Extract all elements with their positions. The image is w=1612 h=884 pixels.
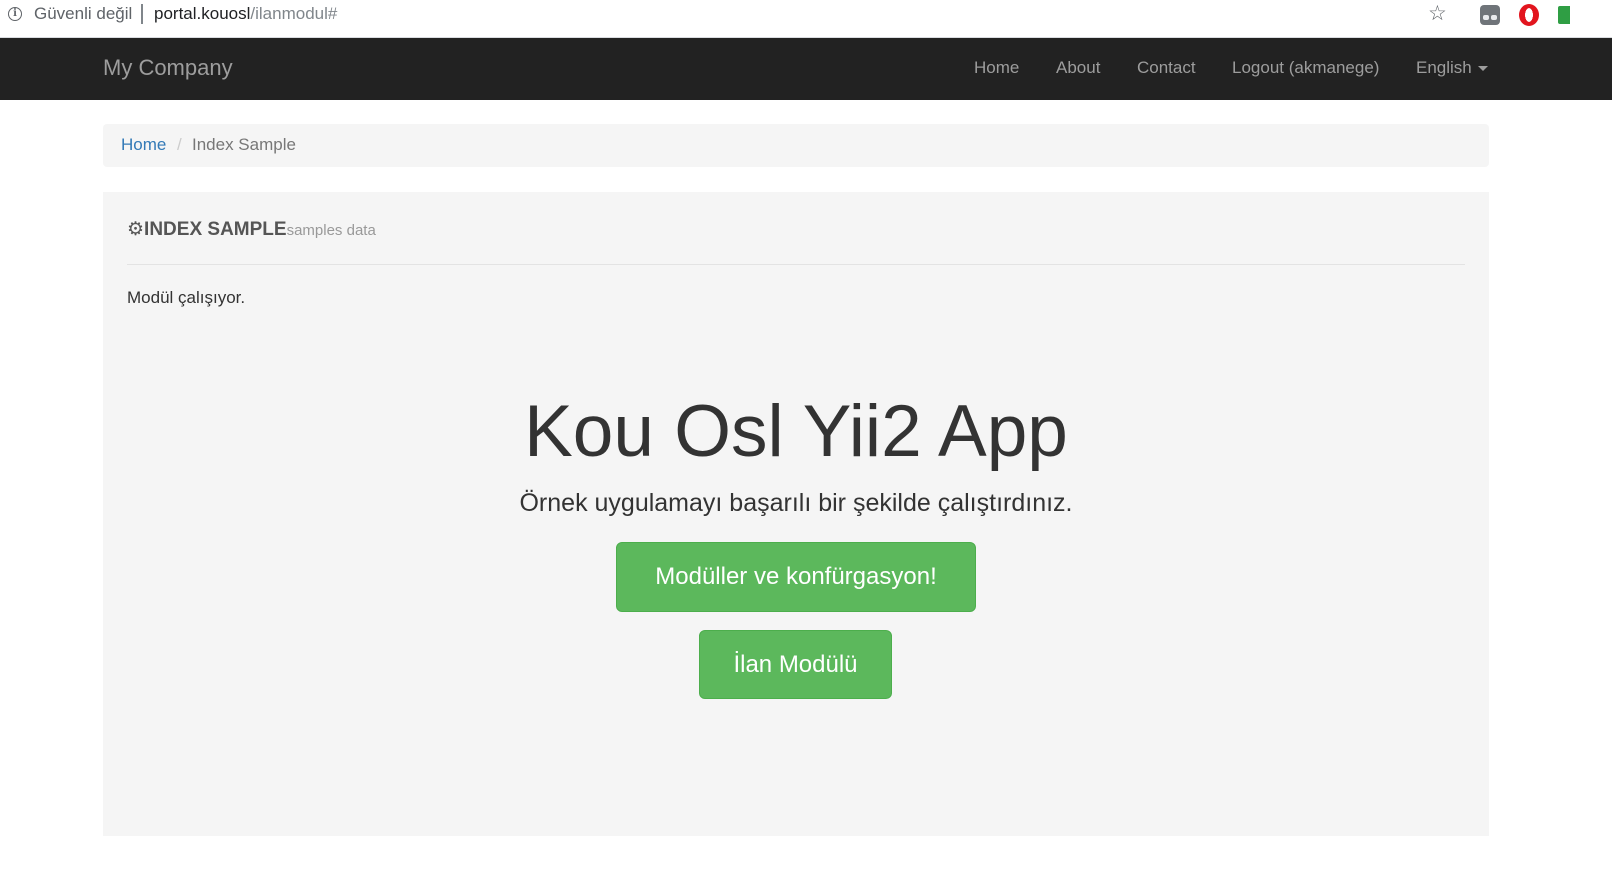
incognito-icon[interactable] [1480,5,1500,25]
jumbotron-title: Kou Osl Yii2 App [524,391,1068,472]
modules-config-button[interactable]: Modüller ve konfürgasyon! [616,542,976,612]
gear-icon: ⚙ [127,219,145,240]
panel-title: ⚙INDEX SAMPLEsamples data [127,218,376,241]
panel-title-text: INDEX SAMPLE [144,219,287,240]
module-status-text: Modül çalışıyor. [127,288,246,307]
nav-home[interactable]: Home [974,58,1019,78]
breadcrumb-separator: / [177,135,182,154]
green-extension-icon[interactable] [1558,6,1570,24]
breadcrumb: Home / Index Sample [103,124,1489,167]
url-path: /ilanmodul# [250,4,338,23]
address-divider [141,4,143,24]
jumbotron-lead: Örnek uygulamayı başarılı bir şekilde ça… [519,489,1073,517]
language-label: English [1416,58,1472,77]
breadcrumb-home-link[interactable]: Home [121,135,166,155]
info-icon[interactable]: i [8,7,22,21]
brand-link[interactable]: My Company [103,55,233,81]
panel-divider [127,264,1465,265]
opera-icon[interactable] [1519,4,1539,26]
ilan-module-button[interactable]: İlan Modülü [699,630,892,699]
caret-down-icon [1477,66,1488,72]
nav-logout[interactable]: Logout (akmanege) [1232,58,1379,78]
url-host: portal.kouosl [154,4,251,23]
nav-contact[interactable]: Contact [1137,58,1196,78]
language-dropdown[interactable]: English [1416,58,1488,78]
nav-about[interactable]: About [1056,58,1100,78]
main-panel: ⚙INDEX SAMPLEsamples data Modül çalışıyo… [103,192,1489,836]
navbar: My Company Home About Contact Logout (ak… [0,38,1612,100]
breadcrumb-active: Index Sample [192,135,296,154]
security-label[interactable]: Güvenli değil [34,4,132,24]
bookmark-star-icon[interactable]: ☆ [1428,2,1447,26]
panel-subtitle: samples data [286,222,376,239]
url-field[interactable]: portal.kouosl/ilanmodul# [154,4,337,24]
browser-address-bar: i Güvenli değil portal.kouosl/ilanmodul#… [0,0,1612,38]
